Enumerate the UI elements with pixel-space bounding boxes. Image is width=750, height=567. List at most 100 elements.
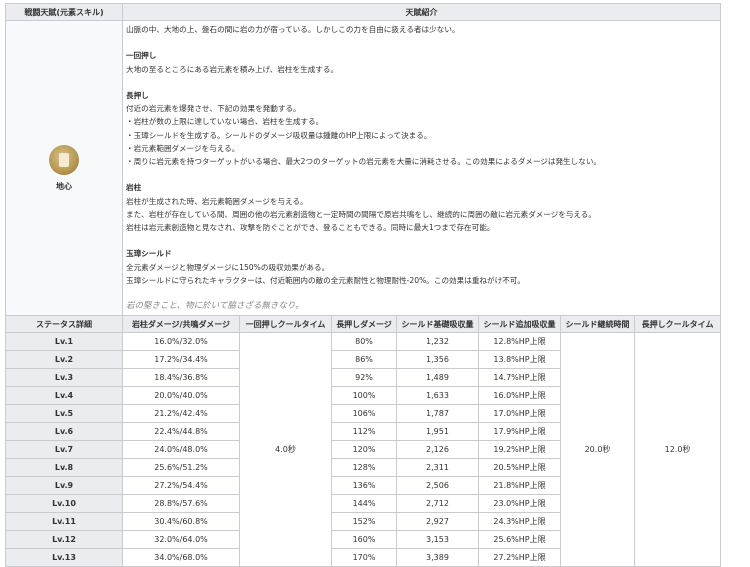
shield-base-cell: 1,489 <box>396 368 479 388</box>
description-line: ・周りに岩元素を持つターゲットがいる場合、最大2つのターゲットの岩元素を大量に消… <box>126 157 602 166</box>
description-spacer <box>126 168 717 181</box>
stats-header-row: ステータス詳細 岩柱ダメージ/共鳴ダメージ 一回押しクールタイム 長押しダメージ シール… <box>5 315 722 334</box>
description-line: ・岩柱が数の上限に達していない場合、岩柱を生成する。 <box>126 117 324 127</box>
header-description-column: 天賦紹介 <box>121 3 722 21</box>
description-line: 大地の至るところにある岩元素を積み上げ、岩柱を生成する。 <box>126 64 339 74</box>
skill-cell: 地心 <box>5 19 123 317</box>
stats-header-cell: シールド基礎吸収量 <box>396 315 479 334</box>
shield-base-cell: 3,389 <box>396 548 479 567</box>
hold-damage-cell: 120% <box>331 440 397 460</box>
hold-damage-cell: 106% <box>331 404 397 424</box>
level-label: Lv.7 <box>5 440 123 460</box>
hold-damage-cell: 128% <box>331 458 397 478</box>
shield-bonus-cell: 23.0%HP上限 <box>478 494 561 514</box>
tap-cooldown-cell: 4.0秒 <box>239 332 332 567</box>
hold-damage-cell: 86% <box>331 350 397 370</box>
shield-bonus-cell: 14.7%HP上限 <box>478 368 561 388</box>
level-label: Lv.10 <box>5 494 123 514</box>
shield-bonus-cell: 27.2%HP上限 <box>478 548 561 567</box>
description-line: 付近の岩元素を爆発させ、下記の効果を発動する。 <box>126 104 301 114</box>
level-label: Lv.9 <box>5 476 123 496</box>
shield-bonus-cell: 13.8%HP上限 <box>478 350 561 370</box>
flavor-quote: 岩の堅きこと、物に於いて脇さざる無きなり。 <box>126 301 304 312</box>
skill-name: 地心 <box>56 181 72 191</box>
pillar-damage-cell: 18.4%/36.8% <box>122 368 240 388</box>
description-heading: 玉璋シールド <box>126 249 172 259</box>
stats-header-cell: 岩柱ダメージ/共鳴ダメージ <box>122 315 240 334</box>
pillar-damage-cell: 20.0%/40.0% <box>122 386 240 406</box>
stats-header-cell: ステータス詳細 <box>5 315 123 334</box>
description-spacer <box>126 76 717 89</box>
pillar-damage-cell: 34.0%/68.0% <box>122 548 240 567</box>
header-skill-column: 戦闘天賦(元素スキル) <box>5 3 123 21</box>
description-line: ・岩元素範囲ダメージを与える。 <box>126 143 240 153</box>
shield-base-cell: 3,153 <box>396 530 479 550</box>
description-spacer <box>126 234 717 247</box>
level-label: Lv.2 <box>5 350 123 370</box>
hold-damage-cell: 80% <box>331 332 397 352</box>
shield-bonus-cell: 17.9%HP上限 <box>478 422 561 442</box>
hold-damage-cell: 112% <box>331 422 397 442</box>
shield-base-cell: 2,506 <box>396 476 479 496</box>
hold-cooldown-cell: 12.0秒 <box>633 332 722 567</box>
stats-header-cell: シールド継続時間 <box>560 315 635 334</box>
hold-damage-cell: 160% <box>331 530 397 550</box>
shield-base-cell: 2,126 <box>396 440 479 460</box>
hold-damage-cell: 100% <box>331 386 397 406</box>
shield-bonus-cell: 16.0%HP上限 <box>478 386 561 406</box>
shield-base-cell: 1,232 <box>396 332 479 352</box>
shield-bonus-cell: 12.8%HP上限 <box>478 332 561 352</box>
shield-bonus-cell: 25.6%HP上限 <box>478 530 561 550</box>
pillar-damage-cell: 21.2%/42.4% <box>122 404 240 424</box>
shield-bonus-cell: 24.3%HP上限 <box>478 512 561 532</box>
description-line: 岩柱は岩元素創造物と見なされ、攻撃を防ぐことができ、登ることもできる。同時に最大… <box>126 223 495 232</box>
pillar-damage-cell: 22.4%/44.8% <box>122 422 240 442</box>
level-label: Lv.13 <box>5 548 123 567</box>
description-heading: 一回押し <box>126 51 157 61</box>
shield-bonus-cell: 21.8%HP上限 <box>478 476 561 496</box>
shield-base-cell: 1,787 <box>396 404 479 424</box>
level-label: Lv.12 <box>5 530 123 550</box>
shield-base-cell: 2,712 <box>396 494 479 514</box>
level-label: Lv.3 <box>5 368 123 388</box>
description-line: 山脈の中、大地の上、盤石の間に岩の力が宿っている。しかしこの力を自由に扱える者は… <box>126 25 460 34</box>
pillar-damage-cell: 32.0%/64.0% <box>122 530 240 550</box>
talent-table: 戦闘天賦(元素スキル) 天賦紹介 地心 山脈の中、大地の上、盤石の間に岩の力が宿… <box>5 3 722 567</box>
level-label: Lv.6 <box>5 422 123 442</box>
description-line: ・玉璋シールドを生成する。シールドのダメージ吸収量は鍾離のHP上限によって決まる… <box>126 130 432 140</box>
level-label: Lv.1 <box>5 332 123 352</box>
level-label: Lv.5 <box>5 404 123 424</box>
table-row: Lv.1 16.0%/32.0% 4.0秒 80% 1,232 12.8%HP上限 20.0… <box>5 332 722 567</box>
description-heading: 長押し <box>126 90 149 100</box>
hold-damage-cell: 170% <box>331 548 397 567</box>
level-label: Lv.4 <box>5 386 123 406</box>
pillar-damage-cell: 25.6%/51.2% <box>122 458 240 478</box>
hold-damage-cell: 136% <box>331 476 397 496</box>
shield-base-cell: 1,633 <box>396 386 479 406</box>
skill-description: 山脈の中、大地の上、盤石の間に岩の力が宿っている。しかしこの力を自由に扱える者は… <box>121 19 722 317</box>
pillar-damage-cell: 30.4%/60.8% <box>122 512 240 532</box>
pillar-damage-cell: 17.2%/34.4% <box>122 350 240 370</box>
hold-damage-cell: 144% <box>331 494 397 514</box>
hold-damage-cell: 152% <box>331 512 397 532</box>
stats-header-cell: 長押しクールタイム <box>633 315 722 334</box>
description-line: 玉璋シールドに守られたキャラクターは、付近範囲内の敵の全元素耐性と物理耐性-20… <box>126 275 525 285</box>
description-line: 全元素ダメージと物理ダメージに150%の吸収効果がある。 <box>126 262 330 272</box>
description-spacer <box>126 36 717 49</box>
shield-bonus-cell: 20.5%HP上限 <box>478 458 561 478</box>
description-spacer <box>126 287 717 300</box>
shield-bonus-cell: 19.2%HP上限 <box>478 440 561 460</box>
level-label: Lv.8 <box>5 458 123 478</box>
hold-damage-cell: 92% <box>331 368 397 388</box>
shield-bonus-cell: 17.0%HP上限 <box>478 404 561 424</box>
shield-base-cell: 2,311 <box>396 458 479 478</box>
pillar-damage-cell: 27.2%/54.4% <box>122 476 240 496</box>
stats-header-cell: 長押しダメージ <box>331 315 397 334</box>
shield-base-cell: 1,951 <box>396 422 479 442</box>
pillar-damage-cell: 24.0%/48.0% <box>122 440 240 460</box>
skill-emblem-icon <box>49 144 79 175</box>
shield-base-cell: 2,927 <box>396 512 479 532</box>
shield-duration-cell: 20.0秒 <box>560 332 635 567</box>
stats-header-cell: 一回押しクールタイム <box>239 315 332 334</box>
shield-base-cell: 1,356 <box>396 350 479 370</box>
